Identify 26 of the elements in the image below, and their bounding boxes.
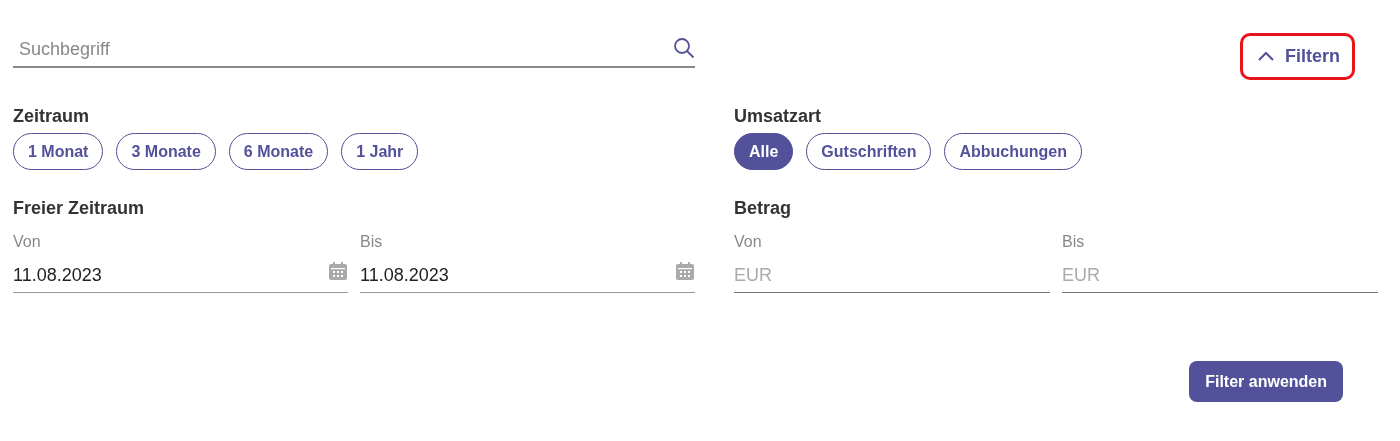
section-title: Umsatzart <box>734 106 823 127</box>
filter-chip[interactable]: Alle <box>734 133 794 170</box>
filter-chip[interactable]: 6 Monate <box>228 133 329 170</box>
calendar-icon[interactable] <box>328 261 348 281</box>
filter-chip[interactable]: 1 Jahr <box>341 133 419 170</box>
filter-chip[interactable]: Gutschriften <box>806 133 932 170</box>
section-title: Betrag <box>734 198 792 219</box>
section-title: Zeitraum <box>13 106 91 127</box>
chevron-icon <box>1257 51 1275 62</box>
apply-filter-button[interactable]: Filter anwenden <box>1189 361 1343 402</box>
amount-field[interactable]: EUR <box>734 265 1050 293</box>
calendar-icon[interactable] <box>675 261 695 281</box>
field-label: Bis <box>1062 233 1086 251</box>
field-label: Von <box>734 233 763 251</box>
search-field[interactable]: Suchbegriff <box>13 39 695 68</box>
date-field[interactable]: 11.08.2023 <box>360 265 695 293</box>
section-title: Freier Zeitraum <box>13 198 146 219</box>
search-icon[interactable] <box>673 37 695 59</box>
filter-chip[interactable]: 3 Monate <box>116 133 216 170</box>
filter-chip[interactable]: Abbuchungen <box>944 133 1082 170</box>
filter-chip[interactable]: 1 Monat <box>13 133 104 170</box>
filter-toggle[interactable]: Filtern <box>1240 33 1355 80</box>
amount-field[interactable]: EUR <box>1062 265 1378 293</box>
field-label: Bis <box>360 233 384 251</box>
date-field[interactable]: 11.08.2023 <box>13 265 348 293</box>
field-label: Von <box>13 233 42 251</box>
